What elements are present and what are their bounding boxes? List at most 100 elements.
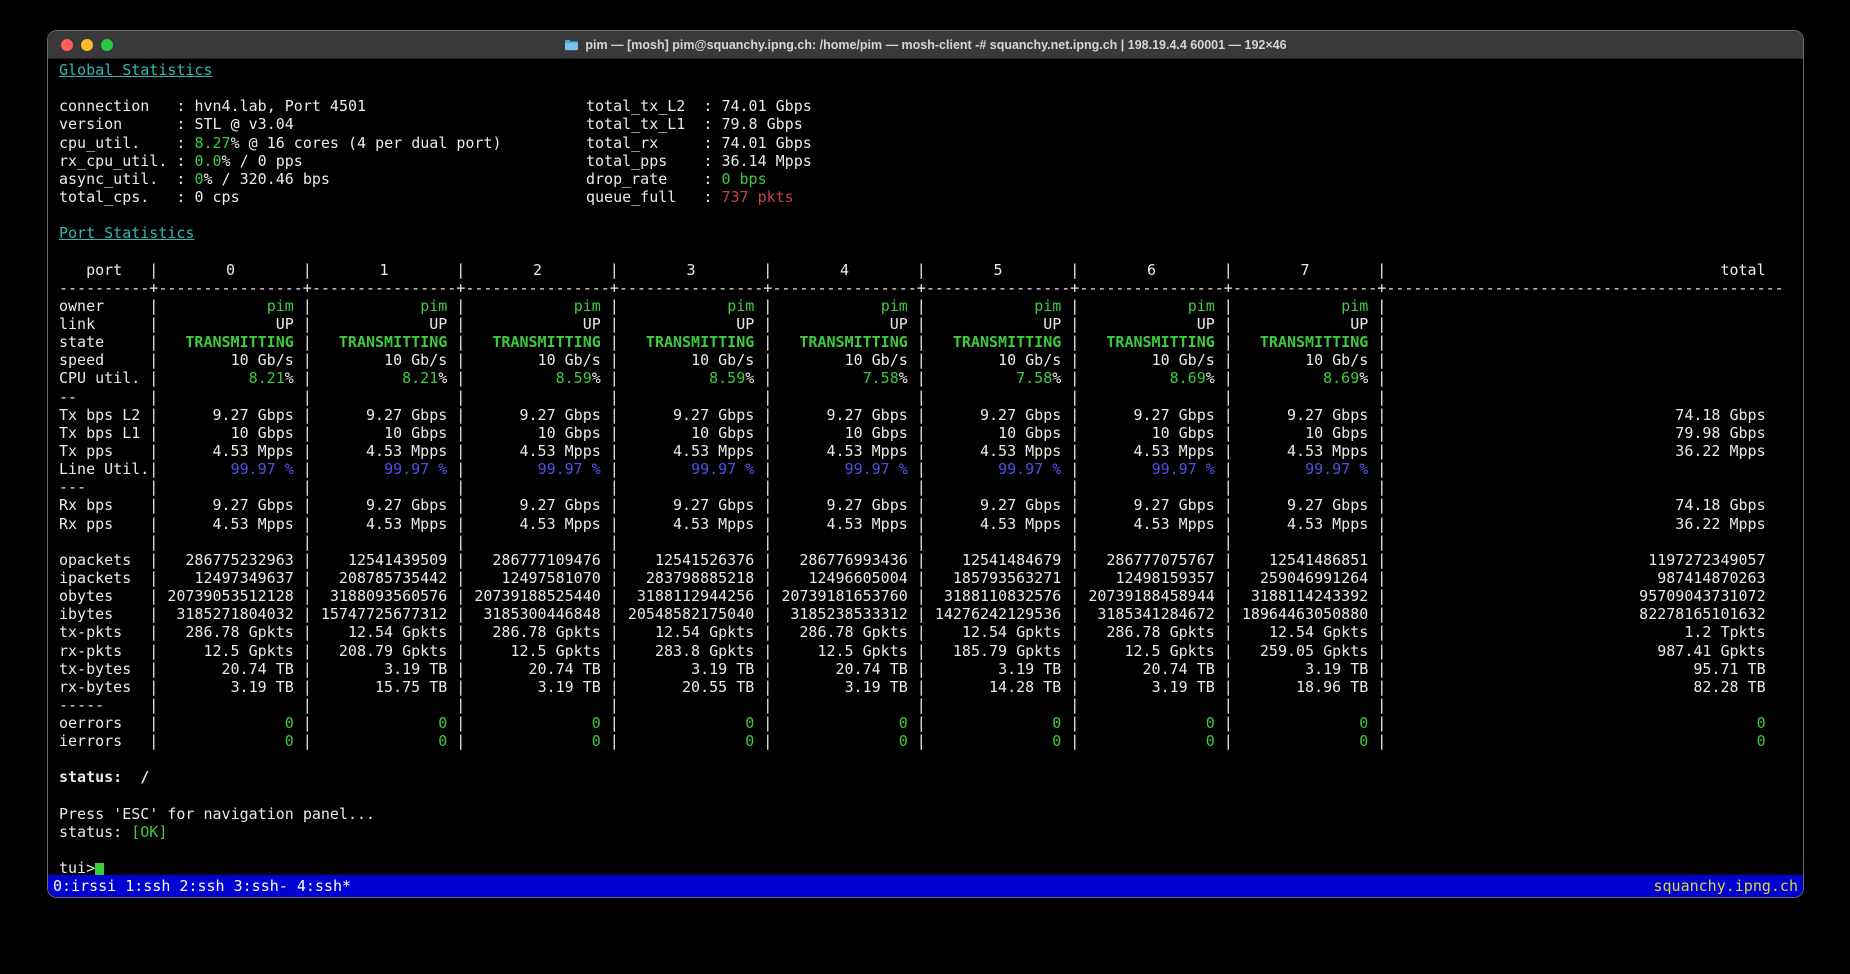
status-label: status: [59,823,131,841]
cell-value: 20548582175040 [628,605,754,623]
stat-value: 79.8 Gbps [721,115,802,133]
column-separator: | [763,696,772,714]
cell-value: 286.78 Gpkts [799,623,907,641]
cell [1233,696,1377,714]
cell-total: 1197272349057 [1386,551,1783,569]
column-separator: | [456,351,465,369]
cell: 8.69% [1079,369,1223,387]
row-label [59,533,149,551]
column-separator: | [1224,406,1233,424]
cell [619,533,763,551]
terminal-content[interactable]: Global Statistics connection: hvn4.lab, … [48,59,1803,875]
cell-value: 4.53 Mpps [1287,442,1368,460]
cell: 208.79 Gpkts [312,642,456,660]
divider-cross: + [1377,279,1386,297]
cell-value: 0 [1052,714,1061,732]
terminal-cursor [95,863,104,875]
cell: 3.19 TB [158,678,302,696]
cell: 12497581070 [465,569,609,587]
table-row: -----||||||||| [59,696,1792,714]
column-separator: | [610,587,619,605]
column-separator: | [1224,678,1233,696]
column-separator: | [1377,732,1386,750]
cell: 283.8 Gpkts [619,642,763,660]
cell: 4.53 Mpps [1233,515,1377,533]
cell: UP [619,315,763,333]
maximize-button[interactable] [101,39,113,51]
stat-row: rx_cpu_util.: 0.0% / 0 pps [59,152,1792,170]
cell-value: 4.53 Mpps [366,515,447,533]
table-row: ibytes|3185271804032|15747725677312|3185… [59,605,1792,623]
tmux-window-list[interactable]: 0:irssi 1:ssh 2:ssh 3:ssh- 4:ssh* [53,875,351,897]
column-separator: | [917,297,926,315]
cell: 0 [619,732,763,750]
cell: 4.53 Mpps [926,442,1070,460]
column-separator: | [1377,297,1386,315]
column-separator: | [303,642,312,660]
cell: 8.69% [1233,369,1377,387]
column-separator: | [149,569,158,587]
divider-dashes: ---------------- [772,279,916,297]
prompt-line[interactable]: tui> [59,859,1792,875]
cell-total [1386,388,1783,406]
column-separator: | [1224,696,1233,714]
column-separator: | [610,569,619,587]
divider-dashes: ---------------- [619,279,763,297]
cell-value: 283798885218 [646,569,754,587]
cell-value: 4.53 Mpps [213,515,294,533]
divider-dashes: ---------- [59,279,149,297]
column-separator: | [456,623,465,641]
cell-value: 12.54 Gpkts [348,623,447,641]
column-separator: | [149,605,158,623]
cell-value: 286777075767 [1106,551,1214,569]
cell-value: 9.27 Gbps [213,406,294,424]
cell [158,533,302,551]
minimize-button[interactable] [81,39,93,51]
column-separator: | [610,660,619,678]
cell: 10 Gb/s [772,351,916,369]
row-label: Line Util. [59,460,149,478]
cell-value: pim [1341,297,1368,315]
cell-value: 0 [1206,714,1215,732]
column-separator: | [303,442,312,460]
cell: 7.58% [926,369,1070,387]
table-row: oerrors|0|0|0|0|0|0|0|0|0 [59,714,1792,732]
column-separator: | [1224,569,1233,587]
column-separator: | [763,496,772,514]
cell-value: pim [574,297,601,315]
cell-total: 74.18 Gbps [1386,406,1783,424]
close-button[interactable] [61,39,73,51]
cell: 9.27 Gbps [926,406,1070,424]
column-separator: | [1377,496,1386,514]
cell: 4.53 Mpps [619,442,763,460]
column-separator: | [456,660,465,678]
stat-row: async_util.: 0% / 320.46 bps [59,170,1792,188]
cell: 4.53 Mpps [1233,442,1377,460]
column-separator: | [763,605,772,623]
cell-value: 95709043731072 [1639,587,1765,605]
column-separator: | [610,496,619,514]
cell-value: 8.59 [556,369,592,387]
cell-value: pim [727,297,754,315]
cell: 286.78 Gpkts [1079,623,1223,641]
column-separator: | [456,369,465,387]
cell-value: 10 Gb/s [845,351,908,369]
blank-line [59,841,1792,859]
cell-value: 99.97 % [538,460,601,478]
cell-value: 15.75 TB [375,678,447,696]
column-separator: | [149,424,158,442]
cell: 12.5 Gpkts [1079,642,1223,660]
cell: 9.27 Gbps [312,496,456,514]
window-titlebar[interactable]: pim — [mosh] pim@squanchy.ipng.ch: /home… [48,31,1803,59]
cell: 4.53 Mpps [619,515,763,533]
cell: 3.19 TB [619,660,763,678]
column-separator: | [1377,623,1386,641]
column-separator: | [149,369,158,387]
cell-value: 4.53 Mpps [520,515,601,533]
cell-value: 286.78 Gpkts [1106,623,1214,641]
row-label: CPU util. [59,369,149,387]
cell-value: 15747725677312 [321,605,447,623]
cell-value: 9.27 Gbps [1134,496,1215,514]
table-row: speed|10 Gb/s|10 Gb/s|10 Gb/s|10 Gb/s|10… [59,351,1792,369]
stat-colon: : [176,134,194,152]
